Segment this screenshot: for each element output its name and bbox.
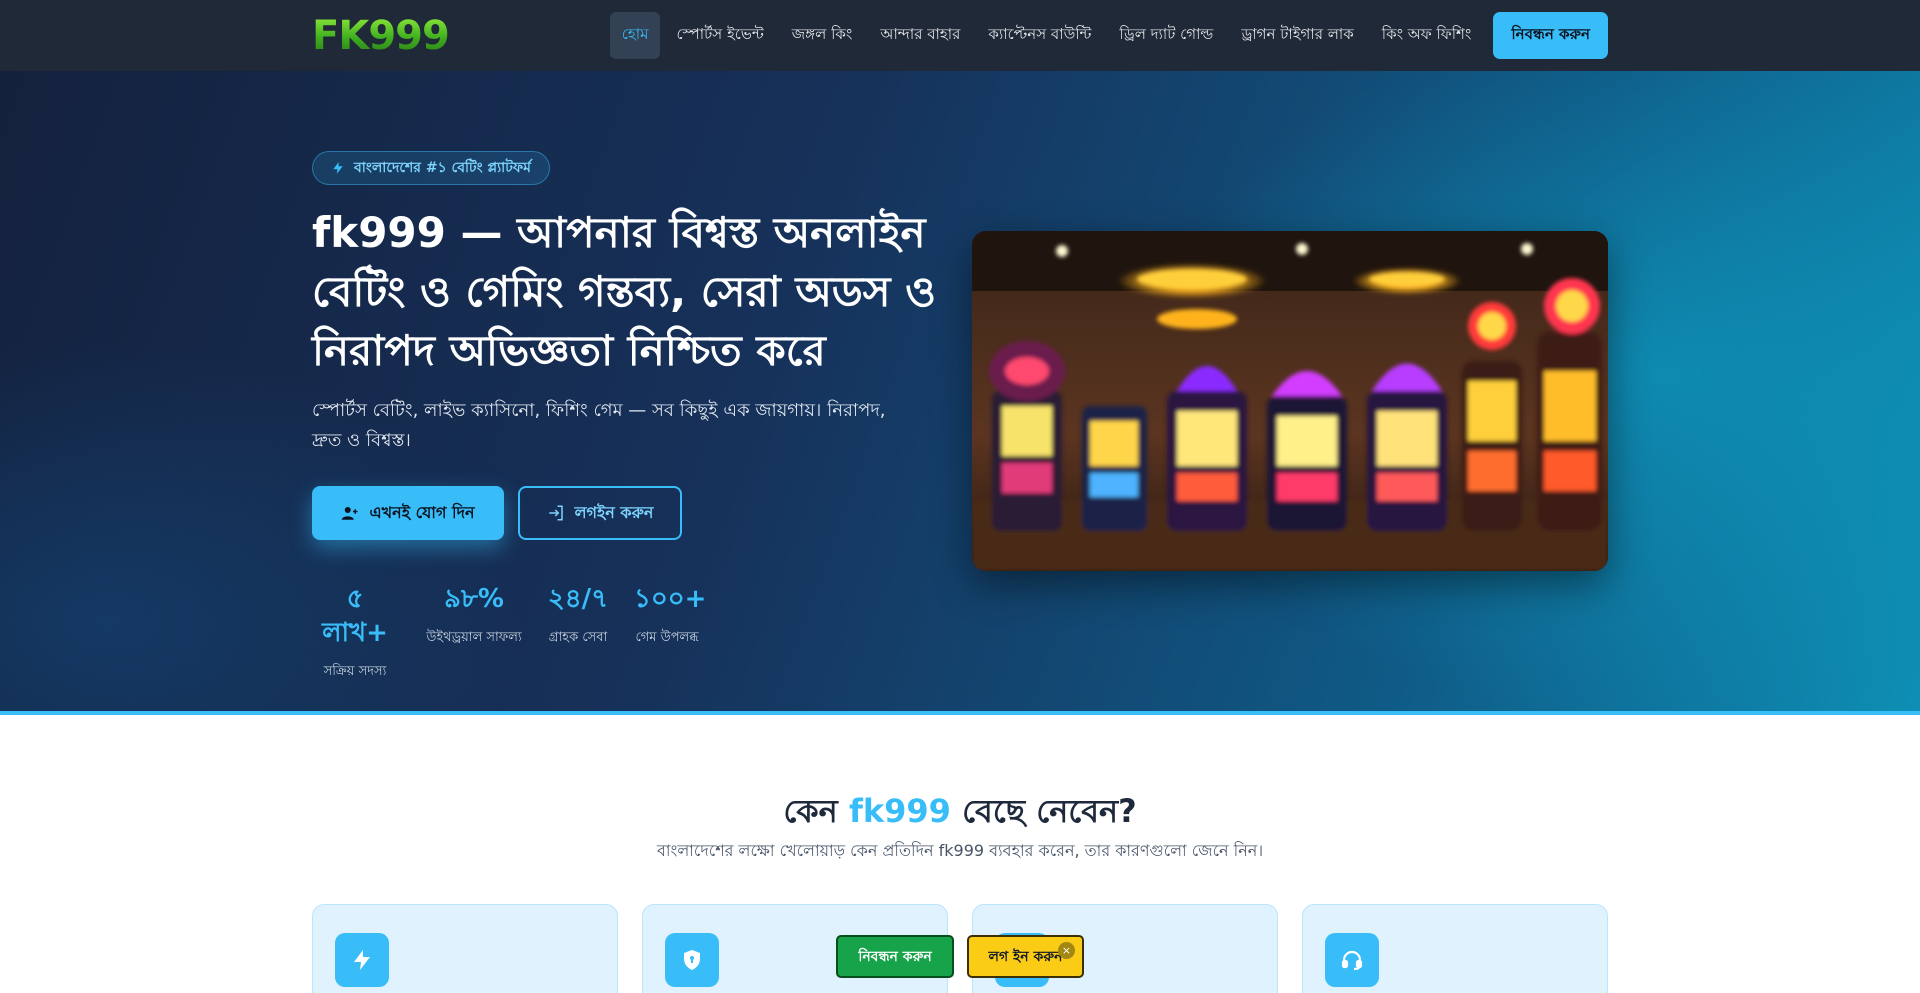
features-title-accent: fk999 — [848, 792, 951, 830]
nav-link-captains-bounty[interactable]: ক্যাপ্টেনস বাউন্টি — [976, 12, 1103, 59]
close-icon[interactable]: × — [1058, 942, 1075, 959]
hero-badge-text: বাংলাদেশের #১ বেটিং প্ল্যাটফর্ম — [354, 160, 531, 176]
casino-slot-machines-image — [972, 231, 1608, 571]
stat-active-members: ৫ লাখ+ সক্রিয় সদস্য — [312, 582, 398, 683]
hero-login-button[interactable]: লগইন করুন — [518, 486, 682, 540]
hero-divider — [0, 711, 1920, 715]
stat-value: ২৪/৭ — [547, 584, 609, 614]
features-title-prefix: কেন — [783, 792, 838, 830]
nav-link-andar-bahar[interactable]: আন্দার বাহার — [868, 12, 972, 59]
join-now-label: এখনই যোগ দিন — [369, 502, 475, 522]
stat-label: গ্রাহক সেবা — [548, 630, 608, 645]
feature-card-support — [1302, 904, 1608, 993]
nav-link-sports-events[interactable]: স্পোর্টস ইভেন্ট — [664, 12, 775, 59]
bolt-icon — [354, 950, 370, 970]
feature-card-fast — [312, 904, 618, 993]
hero-badge: বাংলাদেশের #১ বেটিং প্ল্যাটফর্ম — [312, 151, 550, 185]
headset-icon — [1341, 950, 1363, 971]
nav-link-home[interactable]: হোম — [609, 12, 661, 59]
nav-link-drill-that-gold[interactable]: ড্রিল দ্যাট গোল্ড — [1107, 12, 1225, 59]
nav-link-king-of-fishing[interactable]: কিং অফ ফিশিং — [1370, 12, 1484, 59]
top-navbar: FK999 হোম স্পোর্টস ইভেন্ট জঙ্গল কিং আন্দ… — [0, 0, 1920, 71]
stat-games-available: ১০০+ গেম উপলব্ধ — [634, 582, 707, 649]
hero-title: fk999 — আপনার বিশ্বস্ত অনলাইন বেটিং ও গে… — [312, 208, 937, 375]
nav-links: হোম স্পোর্টস ইভেন্ট জঙ্গল কিং আন্দার বাহ… — [606, 12, 1608, 59]
casino-illustration — [972, 231, 1608, 571]
feature-card-icon — [665, 933, 719, 987]
features-title: কেন fk999 বেছে নেবেন? — [0, 786, 1920, 840]
stat-value: ৫ লাখ+ — [322, 584, 388, 648]
stat-label: সক্রিয় সদস্য — [323, 664, 387, 679]
nav-register-button[interactable]: নিবন্ধন করুন — [1493, 12, 1608, 59]
join-now-button[interactable]: এখনই যোগ দিন — [312, 486, 504, 540]
stat-value: ৯৮% — [444, 584, 504, 614]
login-icon — [548, 505, 563, 521]
hero-section — [0, 71, 1920, 713]
hero-login-label: লগইন করুন — [574, 502, 654, 522]
stat-value: ১০০+ — [634, 584, 707, 614]
feature-card-icon — [335, 933, 389, 987]
floating-register-button[interactable]: নিবন্ধন করুন — [836, 935, 954, 978]
user-plus-icon — [342, 507, 358, 520]
stat-withdrawal-success: ৯৮% উইথড্রয়াল সাফল্য — [424, 582, 524, 649]
nav-link-jungle-king[interactable]: জঙ্গল কিং — [780, 12, 865, 59]
stat-customer-service: ২৪/৭ গ্রাহক সেবা — [546, 582, 610, 649]
nav-link-dragon-tiger-luck[interactable]: ড্রাগন টাইগার লাক — [1229, 12, 1365, 59]
navbar-inner: FK999 হোম স্পোর্টস ইভেন্ট জঙ্গল কিং আন্দ… — [312, 0, 1608, 71]
feature-card-icon — [1325, 933, 1379, 987]
features-title-suffix: বেছে নেবেন? — [962, 792, 1137, 830]
stat-label: উইথড্রয়াল সাফল্য — [426, 630, 522, 645]
site-logo[interactable]: FK999 — [312, 16, 450, 56]
features-subtitle: বাংলাদেশের লক্ষো খেলোয়াড় কেন প্রতিদিন … — [656, 841, 1264, 860]
bolt-icon — [333, 162, 343, 174]
shield-icon — [684, 950, 700, 970]
stat-label: গেম উপলব্ধ — [635, 630, 699, 645]
hero-subtitle: স্পোর্টস বেটিং, লাইভ ক্যাসিনো, ফিশিং গেম… — [312, 400, 886, 451]
